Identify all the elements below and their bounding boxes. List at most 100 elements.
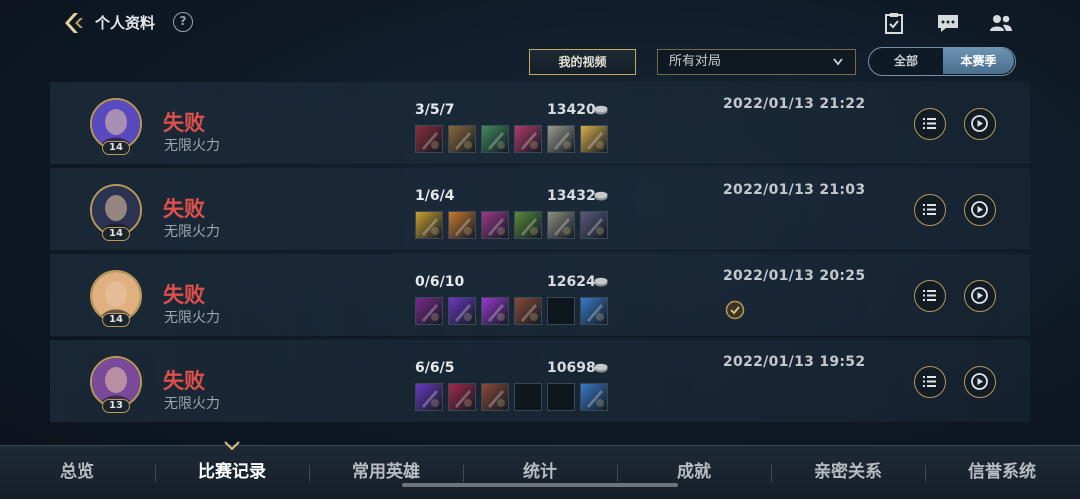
top-bar: 个人资料 ?: [0, 0, 1080, 46]
game-mode: 无限火力: [164, 310, 220, 326]
kda-score: 3/5/7: [415, 102, 455, 118]
champion-avatar[interactable]: 13: [90, 356, 145, 413]
match-result: 失败: [163, 197, 205, 221]
gold-coin-icon: [594, 277, 608, 287]
item-icon[interactable]: [580, 125, 608, 153]
tab-6[interactable]: 信誉系统: [932, 446, 1072, 499]
item-icon[interactable]: [448, 383, 476, 411]
item-icon[interactable]: [514, 211, 542, 239]
replay-button[interactable]: [964, 280, 996, 312]
item-icon[interactable]: [514, 297, 542, 325]
gold-amount: 13432: [547, 188, 596, 204]
play-icon: [971, 201, 988, 218]
match-detail-button[interactable]: [914, 366, 946, 398]
champion-avatar[interactable]: 14: [90, 270, 145, 327]
level-badge: 14: [102, 313, 130, 327]
item-icon[interactable]: [481, 383, 509, 411]
toggle-season[interactable]: 本赛季: [943, 48, 1014, 74]
play-icon: [971, 115, 988, 132]
level-badge: 13: [102, 399, 130, 413]
item-icon[interactable]: [415, 297, 443, 325]
match-type-select[interactable]: 所有对局: [657, 49, 856, 75]
empty-item-slot: [547, 383, 575, 411]
list-icon: [923, 204, 936, 215]
list-icon: [923, 118, 936, 129]
friends-icon[interactable]: [989, 11, 1013, 35]
play-icon: [971, 373, 988, 390]
tab-divider: [925, 465, 926, 482]
item-icon[interactable]: [580, 211, 608, 239]
item-icon[interactable]: [580, 297, 608, 325]
chat-icon[interactable]: [936, 11, 960, 35]
match-result: 失败: [163, 283, 205, 307]
tab-divider: [617, 465, 618, 482]
champion-avatar[interactable]: 14: [90, 184, 145, 241]
tab-5[interactable]: 亲密关系: [778, 446, 918, 499]
replay-button[interactable]: [964, 194, 996, 226]
item-icon[interactable]: [448, 125, 476, 153]
active-tab-marker-icon: [224, 441, 240, 451]
tab-divider: [309, 465, 310, 482]
gold-amount: 13420: [547, 102, 596, 118]
honor-badge-icon: [725, 300, 745, 320]
match-row[interactable]: 14 失败 无限火力 1/6/4 13432 2022/01/13 21:03: [50, 168, 1030, 251]
gold-coin-icon: [594, 191, 608, 201]
tab-divider: [771, 465, 772, 482]
tab-3[interactable]: 统计: [470, 446, 610, 499]
gold-coin-icon: [594, 363, 608, 373]
tab-0[interactable]: 总览: [7, 446, 147, 499]
match-result: 失败: [163, 369, 205, 393]
item-icon[interactable]: [580, 383, 608, 411]
gold-amount: 12624: [547, 274, 596, 290]
match-detail-button[interactable]: [914, 194, 946, 226]
tab-divider: [463, 465, 464, 482]
champion-avatar[interactable]: 14: [90, 98, 145, 155]
item-icon[interactable]: [481, 211, 509, 239]
tab-2[interactable]: 常用英雄: [316, 446, 456, 499]
my-video-button[interactable]: 我的视频: [529, 49, 636, 75]
item-icon[interactable]: [448, 297, 476, 325]
page-title: 个人资料: [95, 14, 156, 32]
list-icon: [923, 290, 936, 301]
tab-1[interactable]: 比赛记录: [162, 446, 302, 499]
item-icon[interactable]: [448, 211, 476, 239]
replay-button[interactable]: [964, 108, 996, 140]
match-row[interactable]: 14 失败 无限火力 0/6/10 12624 2022/01/13 20:25: [50, 254, 1030, 337]
game-mode: 无限火力: [164, 138, 220, 154]
kda-score: 6/6/5: [415, 360, 455, 376]
kda-score: 0/6/10: [415, 274, 465, 290]
match-result: 失败: [163, 111, 205, 135]
item-icon[interactable]: [415, 383, 443, 411]
back-arrow-icon[interactable]: [60, 10, 86, 36]
match-row[interactable]: 13 失败 无限火力 6/6/5 10698 2022/01/13 19:52: [50, 340, 1030, 423]
game-mode: 无限火力: [164, 224, 220, 240]
match-detail-button[interactable]: [914, 280, 946, 312]
match-row[interactable]: 14 失败无限火力 3/5/7 13420 2022/01/13 21:22: [50, 82, 1030, 165]
replay-button[interactable]: [964, 366, 996, 398]
task-icon[interactable]: [882, 11, 906, 35]
item-icon[interactable]: [415, 125, 443, 153]
help-icon[interactable]: ?: [173, 12, 193, 32]
list-icon: [923, 376, 936, 387]
chevron-down-icon: [833, 58, 843, 66]
tab-4[interactable]: 成就: [624, 446, 764, 499]
gold-coin-icon: [594, 105, 608, 115]
play-icon: [971, 287, 988, 304]
empty-item-slot: [547, 297, 575, 325]
item-icon[interactable]: [514, 125, 542, 153]
match-datetime: 2022/01/13 21:22: [723, 96, 866, 112]
home-indicator[interactable]: [402, 483, 678, 487]
gold-amount: 10698: [547, 360, 596, 376]
item-icon[interactable]: [481, 125, 509, 153]
item-icon[interactable]: [547, 211, 575, 239]
season-toggle: 全部 本赛季: [868, 47, 1016, 76]
match-type-value: 所有对局: [669, 54, 722, 69]
bottom-tab-bar: 总览 比赛记录 常用英雄 统计 成就 亲密关系 信誉系统: [0, 445, 1080, 499]
kda-score: 1/6/4: [415, 188, 455, 204]
toggle-all[interactable]: 全部: [869, 48, 943, 74]
empty-item-slot: [514, 383, 542, 411]
item-icon[interactable]: [481, 297, 509, 325]
item-icon[interactable]: [415, 211, 443, 239]
item-icon[interactable]: [547, 125, 575, 153]
match-detail-button[interactable]: [914, 108, 946, 140]
